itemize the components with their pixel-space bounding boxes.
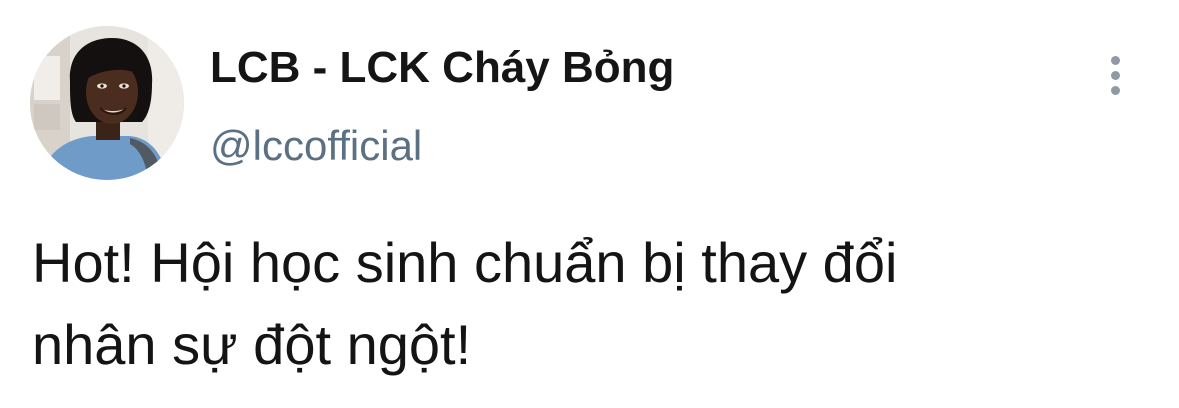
tweet-text: Hot! Hội học sinh chuẩn bị thay đổi nhân…	[32, 231, 898, 376]
author-handle[interactable]: @lccofficial	[210, 120, 422, 172]
author-avatar[interactable]	[30, 26, 184, 180]
tweet-card: LCB - LCK Cháy Bỏng @lccofficial Hot! Hộ…	[0, 0, 1179, 408]
author-display-name[interactable]: LCB - LCK Cháy Bỏng	[210, 42, 674, 94]
avatar-image	[30, 26, 184, 180]
more-options-button[interactable]	[1098, 52, 1134, 100]
